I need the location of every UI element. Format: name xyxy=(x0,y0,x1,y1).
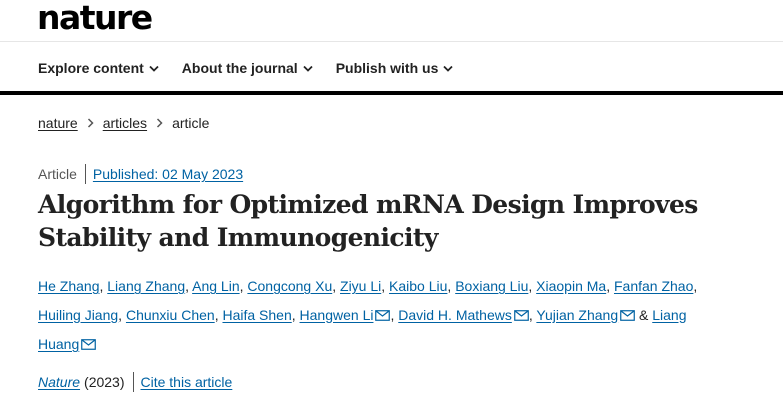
author-link[interactable]: Congcong Xu xyxy=(247,278,332,294)
chevron-down-icon xyxy=(149,65,159,72)
nature-logo[interactable]: nature xyxy=(37,0,153,38)
author-list: He Zhang, Liang Zhang, Ang Lin, Congcong… xyxy=(38,272,728,360)
author-link[interactable]: Chunxiu Chen xyxy=(126,307,215,323)
author-link[interactable]: Ang Lin xyxy=(192,278,239,294)
author-link[interactable]: Huiling Jiang xyxy=(38,307,118,323)
chevron-down-icon xyxy=(443,65,453,72)
nav-explore-content[interactable]: Explore content xyxy=(38,58,159,78)
author-link[interactable]: Fanfan Zhao xyxy=(614,278,693,294)
author-link[interactable]: Hangwen Li xyxy=(300,307,374,323)
nav-item-label: About the journal xyxy=(181,60,298,76)
header-divider xyxy=(0,41,783,42)
author-link[interactable]: Kaibo Liu xyxy=(389,278,447,294)
author-link[interactable]: Xiaopin Ma xyxy=(536,278,606,294)
article-meta: Article Published: 02 May 2023 xyxy=(38,164,243,184)
author-link[interactable]: Liang Zhang xyxy=(107,278,185,294)
citation-line: Nature (2023) Cite this article xyxy=(38,372,232,392)
nav-divider xyxy=(0,91,783,95)
envelope-icon[interactable] xyxy=(513,302,529,331)
author-link[interactable]: Boxiang Liu xyxy=(455,278,528,294)
author-link[interactable]: David H. Mathews xyxy=(398,307,512,323)
breadcrumb-nature[interactable]: nature xyxy=(38,113,78,133)
envelope-icon[interactable] xyxy=(81,331,97,360)
author-link[interactable]: Ziyu Li xyxy=(340,278,381,294)
nav-item-label: Explore content xyxy=(38,60,144,76)
nav-publish-with-us[interactable]: Publish with us xyxy=(336,58,454,78)
breadcrumb-articles[interactable]: articles xyxy=(103,113,147,133)
chevron-right-icon xyxy=(156,118,163,128)
citation-divider xyxy=(132,372,134,392)
journal-link[interactable]: Nature xyxy=(38,372,80,392)
breadcrumb: nature articles article xyxy=(38,113,209,133)
author-link[interactable]: Yujian Zhang xyxy=(536,307,618,323)
meta-divider xyxy=(84,164,86,184)
article-title: Algorithm for Optimized mRNA Design Impr… xyxy=(38,190,698,252)
chevron-right-icon xyxy=(87,118,94,128)
main-nav: Explore content About the journal Publis… xyxy=(38,58,476,78)
breadcrumb-current: article xyxy=(172,115,210,131)
author-ampersand: & xyxy=(639,306,649,323)
article-type: Article xyxy=(38,166,77,182)
publication-year: (2023) xyxy=(84,374,125,390)
nav-item-label: Publish with us xyxy=(335,60,439,76)
chevron-down-icon xyxy=(303,65,313,72)
author-link[interactable]: Haifa Shen xyxy=(222,307,291,323)
author-link[interactable]: He Zhang xyxy=(38,278,99,294)
published-date-link[interactable]: Published: 02 May 2023 xyxy=(93,164,243,184)
nav-about-journal[interactable]: About the journal xyxy=(182,58,313,78)
envelope-icon[interactable] xyxy=(620,302,635,331)
cite-this-article-link[interactable]: Cite this article xyxy=(141,372,233,392)
envelope-icon[interactable] xyxy=(375,302,391,331)
